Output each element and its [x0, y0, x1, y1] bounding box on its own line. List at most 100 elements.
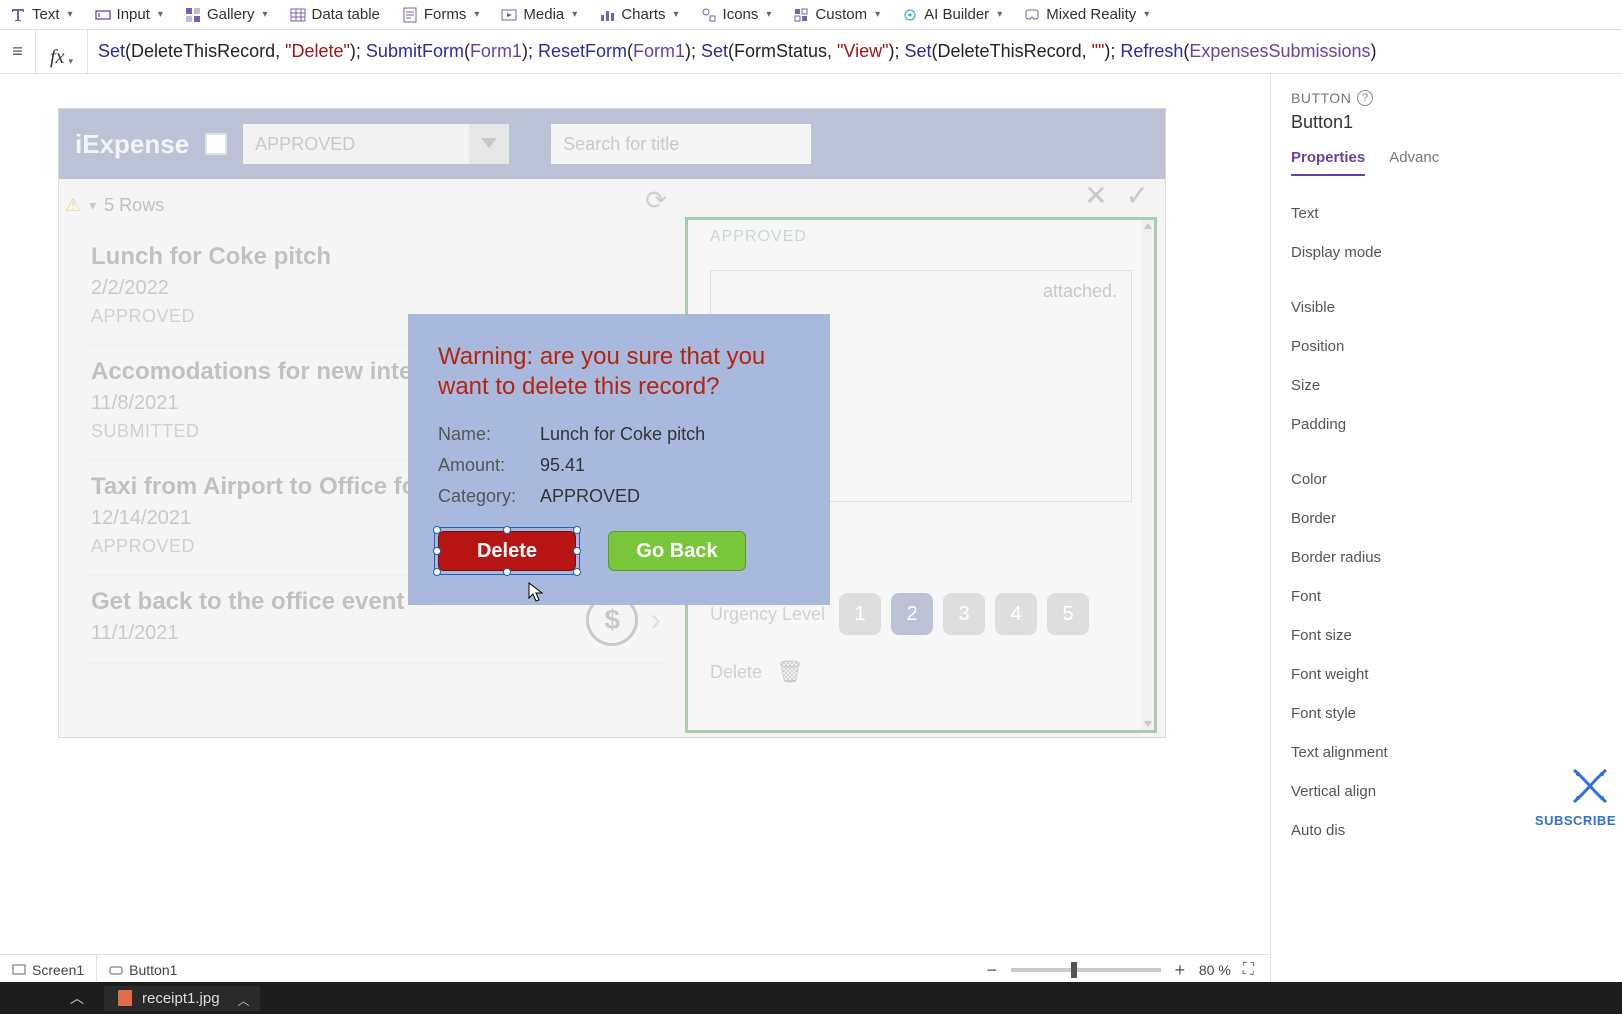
search-input[interactable]: Search for title [551, 124, 811, 164]
canvas-area[interactable]: iExpense APPROVED Search for title ⚠ ▾ 5… [0, 74, 1270, 984]
property-row[interactable]: Font weight [1291, 655, 1602, 694]
resize-handle[interactable] [433, 568, 441, 576]
zoom-out-button[interactable]: − [985, 961, 999, 979]
chevron-down-icon: ▾ [875, 9, 880, 20]
chevron-up-icon[interactable]: ︿ [238, 992, 250, 1009]
property-row[interactable]: Size [1291, 366, 1602, 405]
chevron-right-icon[interactable]: › [650, 601, 661, 638]
property-row[interactable]: Display mode [1291, 233, 1602, 272]
chevron-down-icon: ▾ [766, 9, 771, 20]
close-icon[interactable]: ✕ [1084, 179, 1107, 212]
chevron-down-icon: ▾ [997, 9, 1002, 20]
ribbon-forms[interactable]: Forms ▾ [402, 6, 480, 23]
resize-handle[interactable] [503, 526, 511, 534]
property-row[interactable]: Visible [1291, 288, 1602, 327]
resize-handle[interactable] [573, 526, 581, 534]
formula-input[interactable]: Set(DeleteThisRecord, "Delete"); SubmitF… [88, 41, 1622, 62]
help-icon[interactable]: ? [1357, 90, 1373, 106]
property-row[interactable]: Color [1291, 460, 1602, 499]
refresh-icon[interactable]: ⟳ [645, 185, 667, 216]
filter-checkbox[interactable] [205, 133, 227, 155]
insert-ribbon: Text▾ Input▾ Gallery▾ Data table Forms▾ … [0, 0, 1622, 30]
property-row[interactable]: Text alignment [1291, 733, 1602, 772]
card-title: Lunch for Coke pitch [91, 243, 669, 271]
status-dropdown[interactable]: APPROVED [243, 124, 509, 164]
image-file-icon [118, 990, 132, 1006]
property-row[interactable]: Font [1291, 577, 1602, 616]
zoom-in-button[interactable]: + [1173, 961, 1187, 979]
card-date: 11/1/2021 [91, 622, 669, 645]
formula-equals-button[interactable]: ≡ [0, 30, 36, 73]
ribbon-label: Text [32, 6, 60, 23]
forms-icon [402, 7, 418, 23]
download-chip[interactable]: receipt1.jpg ︿ [104, 986, 260, 1011]
breadcrumb-element[interactable]: Button1 [96, 955, 189, 984]
status-bar: Screen1 Button1 − + 80 % ⛶ [0, 954, 1270, 984]
ribbon-charts[interactable]: Charts▾ [599, 6, 678, 23]
zoom-slider[interactable] [1011, 968, 1161, 972]
breadcrumb-label: Button1 [129, 962, 177, 978]
ai-builder-icon [902, 7, 918, 23]
form-actions: ✕ ✓ [1084, 179, 1149, 212]
ribbon-media[interactable]: Media▾ [501, 6, 577, 23]
ribbon-aibuilder[interactable]: AI Builder▾ [902, 6, 1002, 23]
urgency-level-button[interactable]: 2 [891, 593, 933, 635]
urgency-level-button[interactable]: 1 [839, 593, 881, 635]
ribbon-datatable[interactable]: Data table [290, 6, 380, 23]
urgency-level-label: Urgency Level [710, 604, 825, 625]
urgency-level-button[interactable]: 3 [943, 593, 985, 635]
download-filename: receipt1.jpg [142, 990, 220, 1007]
zoom-controls: − + 80 % ⛶ [985, 961, 1270, 979]
app-title: iExpense [75, 129, 189, 160]
resize-handle[interactable] [573, 547, 581, 555]
status-badge: APPROVED [710, 228, 1132, 246]
control-name[interactable]: Button1 [1291, 112, 1602, 133]
check-icon[interactable]: ✓ [1126, 179, 1149, 212]
formula-fx-button[interactable]: fx▾ [36, 30, 88, 73]
screen-icon [12, 963, 26, 977]
scrollbar[interactable] [1142, 220, 1154, 730]
chevron-down-icon: ▾ [474, 9, 479, 20]
resize-handle[interactable] [503, 568, 511, 576]
breadcrumb-label: Screen1 [32, 962, 84, 978]
chevron-up-icon[interactable]: ︿ [70, 988, 84, 1008]
trash-icon[interactable]: 🗑 [776, 659, 804, 685]
ribbon-icons[interactable]: Icons▾ [701, 6, 772, 23]
property-row[interactable]: Padding [1291, 405, 1602, 444]
delete-confirm-dialog: Warning: are you sure that you want to d… [408, 314, 830, 605]
property-row[interactable]: Border radius [1291, 538, 1602, 577]
ribbon-label: Data table [312, 6, 380, 23]
property-row[interactable]: Text [1291, 194, 1602, 233]
app-header: iExpense APPROVED Search for title [59, 109, 1165, 179]
urgency-level-button[interactable]: 4 [995, 593, 1037, 635]
property-row[interactable]: Border [1291, 499, 1602, 538]
ribbon-mixedreality[interactable]: Mixed Reality▾ [1024, 6, 1149, 23]
property-row[interactable]: Font style [1291, 694, 1602, 733]
property-row[interactable]: Position [1291, 327, 1602, 366]
tab-properties[interactable]: Properties [1291, 149, 1365, 176]
text-icon [10, 7, 26, 23]
chevron-down-icon: ▾ [68, 56, 73, 67]
resize-handle[interactable] [433, 526, 441, 534]
ribbon-text[interactable]: Text▾ [10, 6, 73, 23]
attachment-text: attached. [1043, 281, 1117, 301]
ribbon-gallery[interactable]: Gallery▾ [185, 6, 268, 23]
tab-advanced[interactable]: Advanc [1389, 149, 1439, 176]
go-back-button[interactable]: Go Back [608, 531, 746, 571]
property-row[interactable]: Vertical align [1291, 772, 1602, 811]
resize-handle[interactable] [573, 568, 581, 576]
resize-handle[interactable] [433, 547, 441, 555]
delete-button[interactable]: Delete [438, 531, 576, 571]
dialog-warning-text: Warning: are you sure that you want to d… [438, 342, 800, 402]
urgency-level-button[interactable]: 5 [1047, 593, 1089, 635]
ribbon-label: Charts [621, 6, 665, 23]
card-date: 2/2/2022 [91, 277, 669, 300]
ribbon-custom[interactable]: Custom▾ [793, 6, 880, 23]
chevron-down-icon: ▾ [262, 9, 267, 20]
ribbon-input[interactable]: Input▾ [95, 6, 163, 23]
fit-to-screen-icon[interactable]: ⛶ [1243, 961, 1254, 979]
property-row[interactable]: Font size [1291, 616, 1602, 655]
ribbon-label: Forms [424, 6, 467, 23]
media-icon [501, 7, 517, 23]
breadcrumb-screen[interactable]: Screen1 [0, 955, 96, 984]
